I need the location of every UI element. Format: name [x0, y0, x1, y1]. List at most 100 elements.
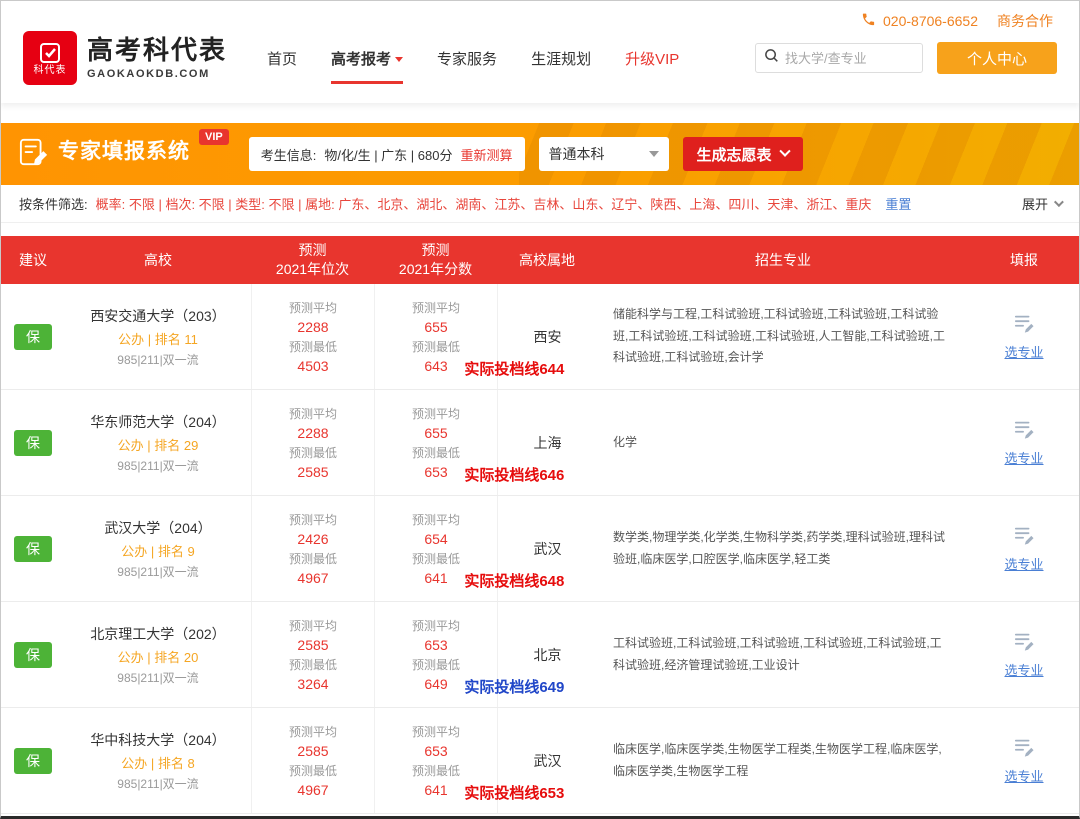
table-row: 保 西安交通大学（203） 公办 | 排名 11 985|211|双一流 预测平…: [1, 284, 1079, 390]
rank-min-label: 预测最低: [288, 764, 337, 778]
nav-gaokao-apply[interactable]: 高考报考: [331, 48, 404, 84]
score-avg-value: 653: [424, 637, 448, 653]
score-min-value: 641: [424, 570, 448, 586]
recalculate-link[interactable]: 重新测算: [460, 145, 512, 164]
actual-admission-line: 实际投档线653: [464, 785, 565, 802]
table-row: 保 华东师范大学（204） 公办 | 排名 29 985|211|双一流 预测平…: [1, 390, 1079, 496]
suggestion-badge: 保: [14, 323, 52, 350]
school-tags: 985|211|双一流: [117, 564, 199, 579]
rank-avg-value: 2585: [297, 637, 329, 653]
filter-reset-link[interactable]: 重置: [885, 194, 911, 213]
school-meta: 公办 | 排名 9: [121, 543, 195, 559]
search-input[interactable]: [785, 50, 914, 66]
nav-upgrade-vip[interactable]: 升级VIP: [625, 48, 679, 69]
filter-criteria[interactable]: 概率: 不限 | 档次: 不限 | 类型: 不限 | 属地: 广东、北京、湖北、…: [96, 194, 872, 213]
score-avg-label: 预测平均: [411, 619, 460, 633]
rank-avg-value: 2585: [297, 743, 329, 759]
table-header: 建议 高校 预测 2021年位次 预测 2021年分数 高校属地 招生专业 填报: [1, 236, 1079, 284]
admission-majors: 化学: [613, 434, 638, 449]
expert-system-icon: [19, 137, 49, 172]
nav-career-planning[interactable]: 生涯规划: [531, 48, 591, 69]
admission-majors: 数学类,物理学类,化学类,生物科学类,药学类,理科试验班,理科试验班,临床医学,…: [613, 529, 946, 566]
predicted-score-cell: 预测平均 655 预测最低 643 实际投档线644: [374, 284, 564, 389]
actual-admission-line: 实际投档线649: [464, 679, 565, 696]
predicted-rank-cell: 预测平均 2585 预测最低 3264: [251, 602, 374, 707]
select-major-icon: [1013, 525, 1035, 550]
select-major-action[interactable]: 选专业: [969, 284, 1079, 389]
nav-home[interactable]: 首页: [267, 48, 297, 69]
predicted-score-cell: 预测平均 653 预测最低 641 实际投档线653: [374, 708, 564, 813]
rank-min-label: 预测最低: [288, 340, 337, 354]
nav-expert-service[interactable]: 专家服务: [437, 48, 497, 69]
chevron-down-icon: [1053, 197, 1064, 208]
admission-majors: 工科试验班,工科试验班,工科试验班,工科试验班,工科试验班,工科试验班,经济管理…: [613, 635, 942, 672]
col-header-suggestion: 建议: [19, 251, 47, 268]
col-header-predicted-score: 预测 2021年分数: [398, 242, 473, 277]
actual-admission-line: 实际投档线646: [464, 467, 565, 484]
rank-avg-value: 2288: [297, 319, 329, 335]
school-tags: 985|211|双一流: [117, 776, 199, 791]
school-meta: 公办 | 排名 20: [117, 649, 199, 665]
school-meta: 公办 | 排名 11: [118, 331, 198, 347]
rank-avg-value: 2288: [297, 425, 329, 441]
rank-min-label: 预测最低: [288, 552, 337, 566]
score-min-label: 预测最低: [411, 764, 460, 778]
school-cell: 武汉大学（204） 公办 | 排名 9 985|211|双一流: [65, 496, 251, 601]
score-avg-label: 预测平均: [411, 301, 460, 315]
chevron-down-icon: [778, 145, 791, 157]
predicted-rank-cell: 预测平均 2426 预测最低 4967: [251, 496, 374, 601]
suggestion-badge: 保: [14, 747, 52, 774]
select-major-action[interactable]: 选专业: [969, 708, 1079, 813]
school-name[interactable]: 华中科技大学（204）: [90, 730, 225, 750]
site-title: 高考科代表: [87, 34, 228, 65]
score-avg-label: 预测平均: [411, 407, 460, 421]
score-avg-label: 预测平均: [411, 725, 460, 739]
select-major-label: 选专业: [1004, 450, 1044, 466]
search-box[interactable]: [755, 43, 923, 73]
suggestion-badge: 保: [14, 429, 52, 456]
col-header-apply: 填报: [1010, 251, 1038, 268]
admission-majors: 临床医学,临床医学类,生物医学工程类,生物医学工程,临床医学,临床医学类,生物医…: [613, 741, 942, 778]
select-major-action[interactable]: 选专业: [969, 496, 1079, 601]
predicted-score-cell: 预测平均 654 预测最低 641 实际投档线648: [374, 496, 564, 601]
expert-system-title-text: 专家填报系统: [58, 139, 190, 163]
generate-volunteer-form-button[interactable]: 生成志愿表: [682, 137, 803, 171]
suggestion-cell: 保: [1, 284, 65, 389]
suggestion-badge: 保: [14, 641, 52, 668]
site-logo[interactable]: 科代表 高考科代表 GAOKAOKDB.COM: [23, 31, 227, 85]
logo-icon: 科代表: [23, 31, 77, 85]
school-name[interactable]: 武汉大学（204）: [104, 518, 211, 538]
select-major-action[interactable]: 选专业: [969, 390, 1079, 495]
rank-min-label: 预测最低: [288, 658, 337, 672]
col-header-majors: 招生专业: [755, 251, 811, 268]
score-min-value: 649: [424, 676, 448, 692]
universities-table: 建议 高校 预测 2021年位次 预测 2021年分数 高校属地 招生专业 填报 保…: [1, 236, 1079, 814]
vip-badge: VIP: [199, 128, 229, 145]
school-tags: 985|211|双一流: [117, 352, 199, 367]
rank-avg-value: 2426: [297, 531, 329, 547]
phone-number: 020-8706-6652: [883, 13, 978, 29]
table-row: 保 北京理工大学（202） 公办 | 排名 20 985|211|双一流 预测平…: [1, 602, 1079, 708]
select-major-icon: [1013, 631, 1035, 656]
suggestion-cell: 保: [1, 708, 65, 813]
rank-min-value: 4967: [297, 782, 329, 798]
score-min-label: 预测最低: [411, 446, 460, 460]
school-name[interactable]: 华东师范大学（204）: [90, 412, 225, 432]
search-icon: [764, 48, 779, 68]
school-tags: 985|211|双一流: [117, 670, 199, 685]
expert-system-title: 专家填报系统 VIP: [19, 128, 229, 172]
business-cooperation-link[interactable]: 商务合作: [997, 11, 1053, 31]
candidate-info-value: 物/化/生 | 广东 | 680分: [324, 147, 453, 163]
filter-expand-label: 展开: [1021, 197, 1048, 212]
school-name[interactable]: 北京理工大学（202）: [90, 624, 225, 644]
batch-select-dropdown[interactable]: 普通本科: [538, 137, 669, 171]
top-header: 020-8706-6652 商务合作 科代表 高考科代表 GAOKAOKDB.C…: [1, 1, 1079, 103]
select-major-action[interactable]: 选专业: [969, 602, 1079, 707]
filter-expand-toggle[interactable]: 展开: [1021, 194, 1064, 213]
select-major-icon: [1013, 419, 1035, 444]
personal-center-button[interactable]: 个人中心: [937, 42, 1057, 74]
actual-admission-line: 实际投档线644: [464, 361, 565, 378]
school-name[interactable]: 西安交通大学（203）: [90, 306, 225, 326]
filter-label: 按条件筛选:: [19, 197, 88, 212]
col-header-school: 高校: [144, 251, 172, 268]
